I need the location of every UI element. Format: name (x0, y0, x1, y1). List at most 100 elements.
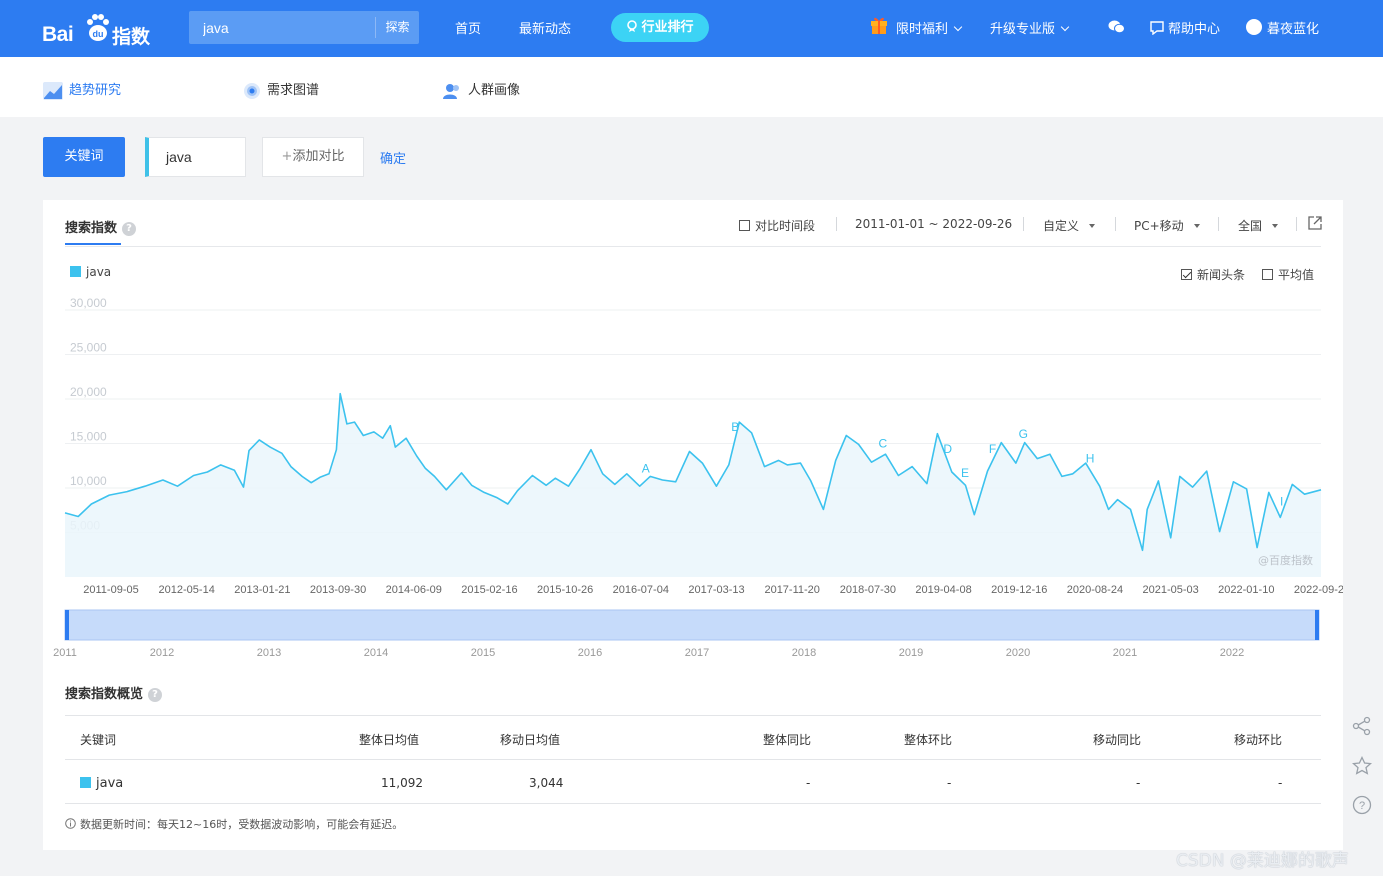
x-tick-label: 2018-07-30 (840, 584, 896, 596)
nav-home[interactable]: 首页 (455, 18, 481, 37)
divider (1115, 217, 1116, 231)
news-headlines-toggle[interactable]: 新闻头条 (1181, 266, 1245, 283)
average-toggle[interactable]: 平均值 (1262, 266, 1314, 283)
overall-mom-cell: - (947, 776, 952, 790)
navigator-year-label: 2014 (364, 647, 388, 659)
navigator-year-label: 2017 (685, 647, 709, 659)
news-marker-d: D (943, 442, 952, 456)
panel-tab-search-index[interactable]: 搜索指数? (65, 217, 137, 236)
news-headlines-label: 新闻头条 (1197, 268, 1246, 282)
gift-icon (871, 17, 887, 34)
news-marker-c: C (879, 437, 888, 451)
x-tick-label: 2022-09-26 (1294, 584, 1343, 596)
confirm-button[interactable]: 确定 (380, 148, 406, 167)
upgrade-menu[interactable]: 升级专业版 (990, 18, 1070, 37)
promo-menu[interactable]: 限时福利 (896, 18, 963, 37)
custom-range-dropdown[interactable]: 自定义 (1043, 217, 1096, 234)
search-box: 探索 (189, 11, 419, 44)
upgrade-label: 升级专业版 (990, 22, 1056, 37)
x-tick-label: 2019-04-08 (915, 584, 971, 596)
avatar-icon[interactable] (1246, 19, 1262, 35)
keyword-tab-button[interactable]: 关键词 (43, 137, 125, 177)
search-index-panel: 30,00025,00020,00015,00010,0005,0002011-… (43, 200, 1343, 850)
news-marker-i: I (1280, 494, 1283, 508)
keyword-field[interactable]: java (145, 137, 246, 177)
legend-java[interactable]: java (70, 265, 111, 279)
mobile-yoy-cell: - (1136, 776, 1141, 790)
search-index-chart[interactable]: 30,00025,00020,00015,00010,0005,0002011-… (43, 200, 1343, 670)
industry-ranking-label: 行业排行 (641, 20, 694, 35)
range-handle-right (1315, 610, 1319, 640)
explore-button[interactable]: 探索 (375, 17, 419, 38)
divider (1218, 217, 1219, 231)
divider (1296, 217, 1297, 231)
news-marker-b: B (731, 420, 739, 434)
chevron-down-icon (953, 22, 963, 32)
x-tick-label: 2020-08-24 (1067, 584, 1123, 596)
column-header-overall-yoy: 整体同比 (763, 733, 812, 747)
device-dropdown[interactable]: PC+移动 (1134, 217, 1200, 234)
navigator-year-label: 2021 (1113, 647, 1137, 659)
active-tab-underline (65, 243, 121, 245)
navigator-year-label: 2019 (899, 647, 923, 659)
tab-audience-profile[interactable]: 人群画像 (442, 79, 520, 100)
people-icon (443, 83, 459, 99)
x-tick-label: 2012-05-14 (159, 584, 215, 596)
add-compare-label: 添加对比 (292, 149, 345, 164)
export-icon[interactable] (1308, 216, 1322, 230)
info-icon (65, 818, 76, 829)
username[interactable]: 暮夜蓝化 (1267, 18, 1319, 37)
paw-logo-icon: du (87, 14, 109, 41)
date-range-picker[interactable]: 2011-01-01 ~ 2022-09-26 (855, 217, 1012, 231)
checkbox-checked[interactable] (1181, 269, 1192, 280)
ranking-icon (627, 20, 638, 32)
news-marker-h: H (1086, 451, 1095, 465)
help-center-link[interactable]: 帮助中心 (1149, 18, 1220, 37)
region-dropdown[interactable]: 全国 (1238, 217, 1279, 234)
wechat-icon[interactable] (1108, 20, 1125, 34)
overview-title: 搜索指数概览? (65, 683, 163, 702)
help-icon[interactable]: ? (1352, 795, 1372, 815)
plus-icon: + (281, 149, 293, 164)
panel-title: 搜索指数 (65, 221, 118, 236)
target-icon (244, 82, 260, 99)
column-header-overall-daily-avg: 整体日均值 (359, 733, 420, 747)
y-tick-label: 10,000 (70, 474, 107, 488)
logo-du-text: du (93, 29, 104, 39)
x-tick-label: 2015-02-16 (461, 584, 517, 596)
top-navbar: Bai du 指数 探索 首页 最新动态 行业排行 限时福利 升级专业版 帮助中… (0, 0, 1383, 57)
news-marker-a: A (642, 462, 650, 476)
add-compare-button[interactable]: +添加对比 (262, 137, 364, 177)
x-tick-label: 2014-06-09 (386, 584, 442, 596)
star-icon[interactable] (1352, 756, 1372, 776)
search-input[interactable] (189, 11, 375, 44)
question-icon[interactable]: ? (122, 222, 137, 236)
navigator-year-label: 2018 (792, 647, 816, 659)
x-tick-label: 2017-03-13 (688, 584, 744, 596)
update-note-text: 数据更新时间：每天12~16时，受数据波动影响，可能会有延迟。 (80, 818, 404, 831)
x-tick-label: 2016-07-04 (613, 584, 669, 596)
question-icon[interactable]: ? (148, 688, 163, 702)
chevron-down-icon (1060, 22, 1070, 32)
tab-trend-research[interactable]: 趋势研究 (43, 79, 121, 100)
baidu-index-logo[interactable]: Bai du 指数 (42, 10, 152, 48)
compare-period-toggle[interactable]: 对比时间段 (739, 217, 815, 234)
baidu-index-watermark: @百度指数 (1258, 553, 1313, 567)
y-tick-label: 15,000 (70, 430, 107, 444)
table-row-keyword: java (80, 776, 123, 791)
range-navigator-selection (64, 609, 1320, 641)
checkbox[interactable] (739, 220, 750, 231)
divider (65, 246, 1321, 247)
series-area (65, 393, 1321, 577)
industry-ranking-button[interactable]: 行业排行 (611, 13, 709, 42)
tab-demand-map-label: 需求图谱 (267, 83, 320, 98)
share-icon[interactable] (1352, 716, 1372, 736)
checkbox[interactable] (1262, 269, 1273, 280)
tab-demand-map[interactable]: 需求图谱 (243, 79, 319, 100)
overall-yoy-cell: - (806, 776, 811, 790)
navigator-year-label: 2022 (1220, 647, 1244, 659)
nav-latest-news[interactable]: 最新动态 (519, 18, 571, 37)
x-tick-label: 2013-01-21 (234, 584, 290, 596)
x-tick-label: 2019-12-16 (991, 584, 1047, 596)
y-tick-label: 20,000 (70, 385, 107, 399)
